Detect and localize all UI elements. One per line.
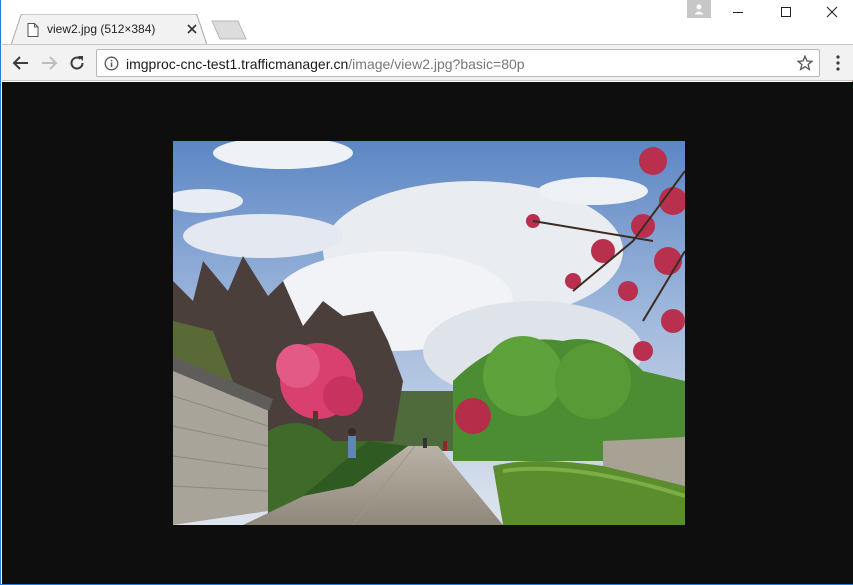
address-bar[interactable]: imgproc-cnc-test1.trafficmanager.cn/imag… — [96, 49, 820, 77]
displayed-image[interactable] — [173, 141, 685, 525]
browser-toolbar: imgproc-cnc-test1.trafficmanager.cn/imag… — [2, 44, 853, 81]
close-window-button[interactable] — [809, 0, 853, 24]
more-vertical-icon — [836, 55, 840, 71]
page-viewport — [2, 82, 853, 584]
url-path: /image/view2.jpg?basic=80p — [348, 56, 525, 72]
close-icon — [826, 6, 838, 18]
profile-avatar[interactable] — [687, 0, 711, 18]
tab-active[interactable]: view2.jpg (512×384) — [11, 14, 207, 45]
url-text[interactable]: imgproc-cnc-test1.trafficmanager.cn/imag… — [126, 56, 525, 72]
arrow-left-icon — [12, 56, 28, 70]
document-icon — [27, 23, 39, 37]
reload-icon — [70, 56, 84, 70]
maximize-icon — [781, 7, 791, 17]
reload-button[interactable] — [66, 52, 88, 74]
url-host: imgproc-cnc-test1.trafficmanager.cn — [126, 56, 349, 72]
maximize-button[interactable] — [763, 0, 809, 24]
forward-button[interactable] — [38, 52, 60, 74]
tab-title: view2.jpg (512×384) — [47, 22, 156, 36]
browser-window: view2.jpg (512×384) imgproc-cnc-test1.tr… — [0, 0, 853, 585]
star-icon[interactable] — [797, 55, 813, 71]
photo-park-path — [173, 141, 685, 525]
minimize-icon — [733, 12, 743, 13]
person-icon — [694, 4, 704, 15]
browser-menu-button[interactable] — [828, 52, 848, 74]
title-bar: view2.jpg (512×384) — [1, 0, 853, 45]
new-tab-button[interactable] — [211, 20, 247, 40]
info-icon[interactable] — [104, 56, 119, 71]
close-tab-icon[interactable] — [185, 22, 199, 36]
arrow-right-icon — [42, 56, 58, 70]
minimize-button[interactable] — [715, 0, 761, 24]
back-button[interactable] — [10, 52, 32, 74]
